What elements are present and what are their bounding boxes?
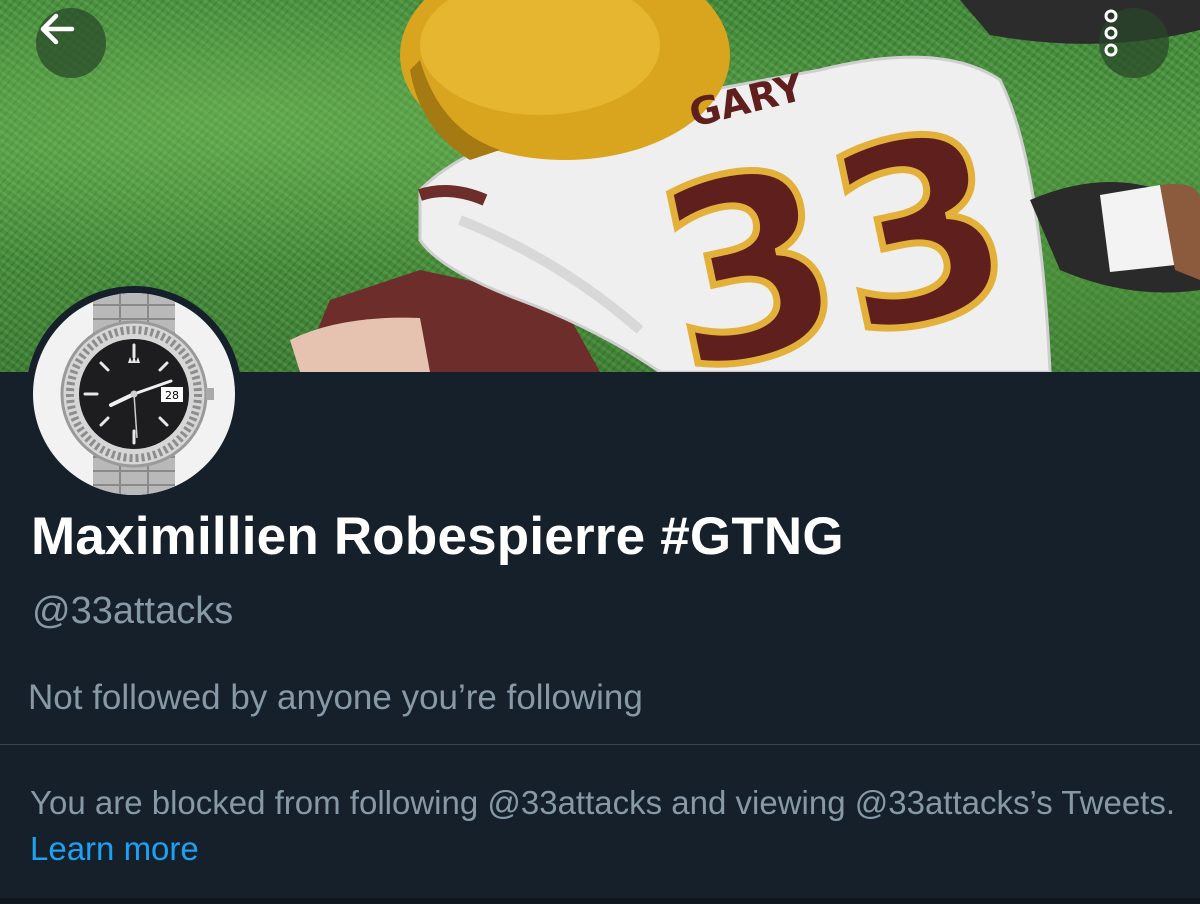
user-handle: @33attacks <box>32 590 234 632</box>
avatar-image: 28 <box>33 293 235 495</box>
avatar[interactable]: 28 <box>26 286 242 502</box>
blocked-notice: You are blocked from following @33attack… <box>30 780 1180 872</box>
more-vertical-icon <box>1104 9 1118 57</box>
profile-page: 33 GARY 28 Maximillien Robespierre #GTNG… <box>0 0 1200 904</box>
wristwatch-image: 28 <box>60 293 214 495</box>
followers-you-know-note: Not followed by anyone you’re following <box>28 678 643 717</box>
back-button[interactable] <box>36 8 106 78</box>
watch-date: 28 <box>165 389 179 402</box>
learn-more-link[interactable]: Learn more <box>30 830 199 867</box>
bottom-divider <box>0 898 1200 904</box>
more-options-button[interactable] <box>1099 8 1169 78</box>
arrow-left-icon <box>40 13 75 45</box>
display-name: Maximillien Robespierre #GTNG <box>31 507 844 566</box>
divider <box>0 744 1200 745</box>
blocked-message-text: You are blocked from following @33attack… <box>30 784 1176 821</box>
